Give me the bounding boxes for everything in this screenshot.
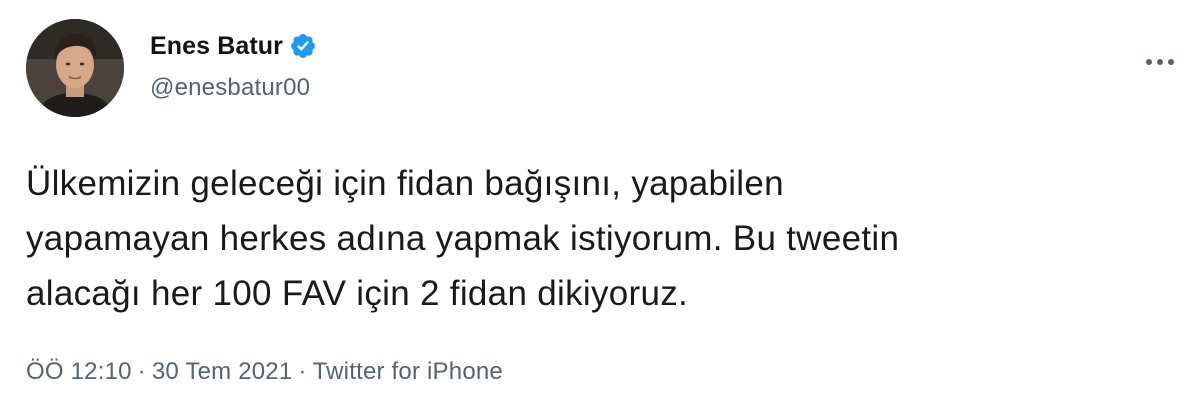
verified-badge-icon: [289, 32, 317, 60]
avatar-photo: [26, 19, 124, 117]
tweet-date[interactable]: 30 Tem 2021: [152, 358, 293, 385]
author-name-row: Enes Batur: [150, 29, 317, 63]
tweet-source[interactable]: Twitter for iPhone: [313, 358, 503, 385]
tweet-card: Enes Batur @enesbatur00 Ülkemizin gelece…: [0, 0, 1200, 407]
tweet-meta: ÖÖ 12:10 · 30 Tem 2021 · Twitter for iPhone: [26, 355, 503, 389]
author-handle[interactable]: @enesbatur00: [150, 71, 317, 105]
meta-separator: ·: [298, 358, 307, 385]
tweet-time[interactable]: ÖÖ 12:10: [26, 358, 132, 385]
avatar[interactable]: [26, 19, 124, 117]
more-options-button[interactable]: [1140, 50, 1180, 74]
more-icon: [1146, 59, 1174, 65]
meta-separator: ·: [137, 358, 146, 385]
author-display-name[interactable]: Enes Batur: [150, 29, 283, 63]
tweet-text: Ülkemizin geleceği için fidan bağışını, …: [26, 164, 900, 313]
tweet-author: Enes Batur @enesbatur00: [150, 29, 317, 105]
